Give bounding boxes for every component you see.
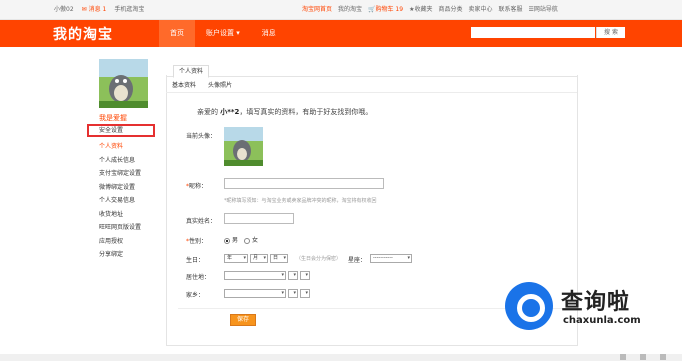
username-link[interactable]: 小傲02 bbox=[54, 0, 74, 19]
radio-unchecked-icon bbox=[244, 237, 251, 244]
bottom-bar bbox=[0, 354, 682, 361]
subtabs: 基本资料 头像照片 bbox=[172, 80, 232, 89]
avatar-label: 当前头像： bbox=[186, 133, 217, 140]
sidebar-item-wangwang[interactable]: 旺旺网页版设置 bbox=[99, 221, 141, 235]
sidebar-item-address[interactable]: 收货地址 bbox=[99, 208, 141, 222]
my-taobao-link[interactable]: 我的淘宝 bbox=[338, 0, 362, 19]
chaxunla-logo-icon bbox=[505, 282, 553, 330]
tray-icon bbox=[640, 354, 646, 360]
gender-female-radio[interactable]: 女 bbox=[244, 235, 258, 244]
radio-checked-icon bbox=[224, 237, 230, 244]
top-bar: 小傲02 ✉ 消息 1 手机逛淘宝 淘宝网首页 我的淘宝 🛒购物车 19 ★收藏… bbox=[0, 0, 682, 20]
birth-month-select[interactable]: 月 bbox=[250, 254, 268, 263]
watermark-text: 查询啦 bbox=[561, 290, 631, 315]
subtab-avatar[interactable]: 头像照片 bbox=[208, 80, 232, 89]
hometown-province-select[interactable] bbox=[224, 289, 286, 298]
gender-female-label: 女 bbox=[252, 237, 259, 244]
hometown-label: 家乡： bbox=[186, 292, 205, 299]
nav-account-settings[interactable]: 账户设置 ▾ bbox=[195, 20, 251, 47]
sidebar-item-weibo[interactable]: 微博绑定设置 bbox=[99, 181, 141, 195]
birthday-label: 生日： bbox=[186, 257, 205, 264]
birth-day-value: 日 bbox=[273, 255, 279, 261]
realname-input[interactable] bbox=[224, 213, 294, 224]
messages-label: 消息 1 bbox=[88, 6, 107, 13]
sidebar-item-alipay[interactable]: 支付宝绑定设置 bbox=[99, 167, 141, 181]
birth-month-value: 月 bbox=[253, 255, 259, 261]
site-nav-link[interactable]: ☰网站导航 bbox=[529, 0, 558, 19]
gender-options: 男 女 bbox=[224, 235, 258, 244]
birth-day-select[interactable]: 日 bbox=[270, 254, 288, 263]
my-taobao-logo[interactable]: 我的淘宝 bbox=[53, 24, 113, 44]
mobile-link[interactable]: 手机逛淘宝 bbox=[114, 0, 144, 19]
birthday-hint: （生日会分为保密） bbox=[296, 256, 342, 262]
messages-link[interactable]: ✉ 消息 1 bbox=[82, 0, 107, 19]
watermark-url: chaxunla.com bbox=[563, 315, 641, 326]
sidebar-item-security[interactable]: 安全设置 bbox=[87, 124, 155, 137]
greeting-name: 小**2 bbox=[220, 108, 240, 116]
realname-label: 真实姓名： bbox=[186, 218, 217, 225]
search-button[interactable]: 搜 索 bbox=[596, 27, 625, 38]
chaxunla-watermark: 查询啦 chaxunla.com bbox=[505, 278, 665, 340]
sidebar-item-share[interactable]: 分享绑定 bbox=[99, 248, 141, 262]
nickname-label-text: 昵称： bbox=[189, 183, 208, 190]
residence-label: 居住地： bbox=[186, 274, 211, 281]
residence-province-select[interactable] bbox=[224, 271, 286, 280]
totoro-avatar-small-image bbox=[224, 127, 263, 166]
customer-service-link[interactable]: 联系客服 bbox=[499, 0, 523, 19]
greeting: 亲爱的 小**2，填写真实的资料，有助于好友找到你哦。 bbox=[197, 107, 372, 117]
nav-account-label: 账户设置 bbox=[206, 29, 234, 37]
residence-city-select[interactable] bbox=[288, 271, 298, 280]
nickname-input[interactable] bbox=[224, 178, 384, 189]
cart-label: 购物车 19 bbox=[375, 6, 404, 13]
tray-icon bbox=[660, 354, 666, 360]
avatar[interactable] bbox=[99, 59, 148, 108]
favorites-link[interactable]: ★收藏夹 bbox=[409, 0, 432, 19]
sidebar-item-trade[interactable]: 个人交易信息 bbox=[99, 194, 141, 208]
hometown-district-select[interactable] bbox=[300, 289, 310, 298]
greeting-prefix: 亲爱的 bbox=[197, 108, 218, 116]
gender-male-radio[interactable]: 男 bbox=[224, 235, 238, 244]
zodiac-select[interactable]: ----------- bbox=[370, 254, 412, 263]
totoro-avatar-image bbox=[99, 59, 148, 108]
seller-center-link[interactable]: 卖家中心 bbox=[468, 0, 492, 19]
gender-label-text: 性别： bbox=[189, 238, 208, 245]
sidebar-item-app-auth[interactable]: 应用授权 bbox=[99, 235, 141, 249]
zodiac-label: 星座： bbox=[348, 257, 367, 264]
sidebar-item-profile[interactable]: 个人资料 bbox=[99, 140, 141, 154]
nav-menu: 首页 账户设置 ▾ 消息 bbox=[159, 20, 287, 47]
sidebar-username[interactable]: 我是爱握 bbox=[99, 113, 127, 123]
search-input[interactable] bbox=[471, 27, 595, 38]
current-avatar[interactable] bbox=[224, 127, 263, 166]
gender-label: *性别： bbox=[186, 238, 208, 245]
nav-messages[interactable]: 消息 bbox=[251, 20, 287, 47]
birth-year-value: 年 bbox=[227, 255, 233, 261]
nav-home[interactable]: 首页 bbox=[159, 20, 195, 47]
subtab-divider bbox=[166, 92, 577, 93]
gender-male-label: 男 bbox=[232, 237, 239, 244]
taobao-home-link[interactable]: 淘宝网首页 bbox=[302, 0, 332, 19]
favorites-label: 收藏夹 bbox=[414, 6, 433, 13]
site-nav-label: 网站导航 bbox=[533, 6, 558, 13]
birth-year-select[interactable]: 年 bbox=[224, 254, 248, 263]
save-button[interactable]: 保存 bbox=[230, 314, 256, 326]
sidebar-list: 个人资料 个人成长信息 支付宝绑定设置 微博绑定设置 个人交易信息 收货地址 旺… bbox=[99, 140, 141, 262]
subtab-basic-info[interactable]: 基本资料 bbox=[172, 80, 196, 89]
zodiac-value: ----------- bbox=[373, 255, 393, 261]
nickname-label: *昵称： bbox=[186, 183, 208, 190]
tray-icon bbox=[620, 354, 626, 360]
greeting-suffix: ，填写真实的资料，有助于好友找到你哦。 bbox=[239, 108, 373, 116]
sidebar-item-growth[interactable]: 个人成长信息 bbox=[99, 154, 141, 168]
residence-district-select[interactable] bbox=[300, 271, 310, 280]
hometown-city-select[interactable] bbox=[288, 289, 298, 298]
nickname-hint: *昵称填写须知：与淘宝业务或卖家品牌冲突的昵称，淘宝将有权收回 bbox=[224, 198, 377, 204]
cart-link[interactable]: 🛒购物车 19 bbox=[368, 0, 403, 19]
categories-link[interactable]: 商品分类 bbox=[438, 0, 462, 19]
